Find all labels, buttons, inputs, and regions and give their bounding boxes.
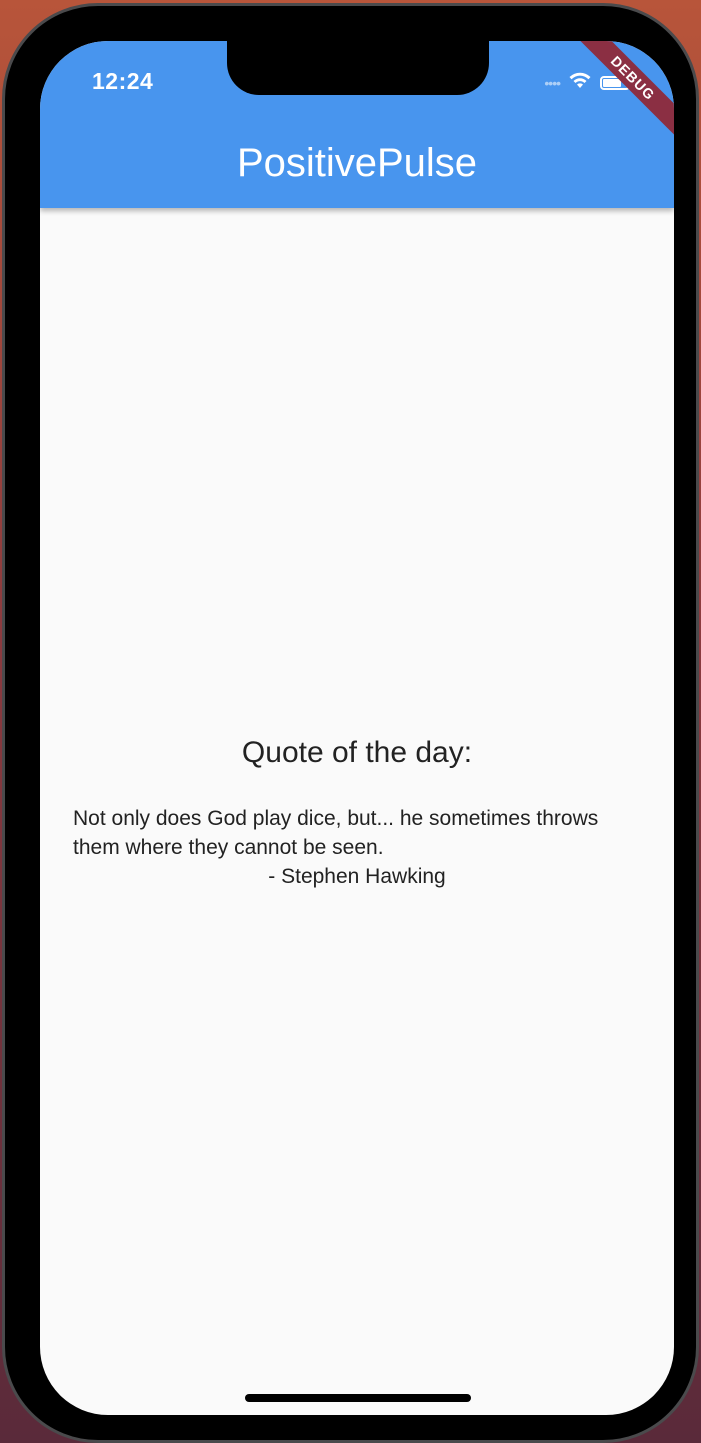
app-bar: 12:24 •••• PositivePulse: [40, 41, 674, 208]
main-content: Quote of the day: Not only does God play…: [40, 208, 674, 1415]
status-bar-time: 12:24: [92, 68, 154, 94]
cellular-signal-icon: ••••: [544, 74, 561, 91]
app-screen: 12:24 •••• PositivePulse DEBUG Quote of …: [40, 41, 674, 1415]
app-title: PositivePulse: [236, 141, 478, 185]
quote-heading: Quote of the day:: [241, 736, 473, 769]
home-indicator[interactable]: [245, 1394, 471, 1402]
phone-frame: 12:24 •••• PositivePulse DEBUG Quote of …: [2, 3, 699, 1443]
quote-author: - Stephen Hawking: [268, 865, 446, 888]
device-notch: [227, 41, 489, 95]
wifi-icon: [568, 71, 592, 94]
quote-text: Not only does God play dice, but... he s…: [73, 807, 599, 859]
